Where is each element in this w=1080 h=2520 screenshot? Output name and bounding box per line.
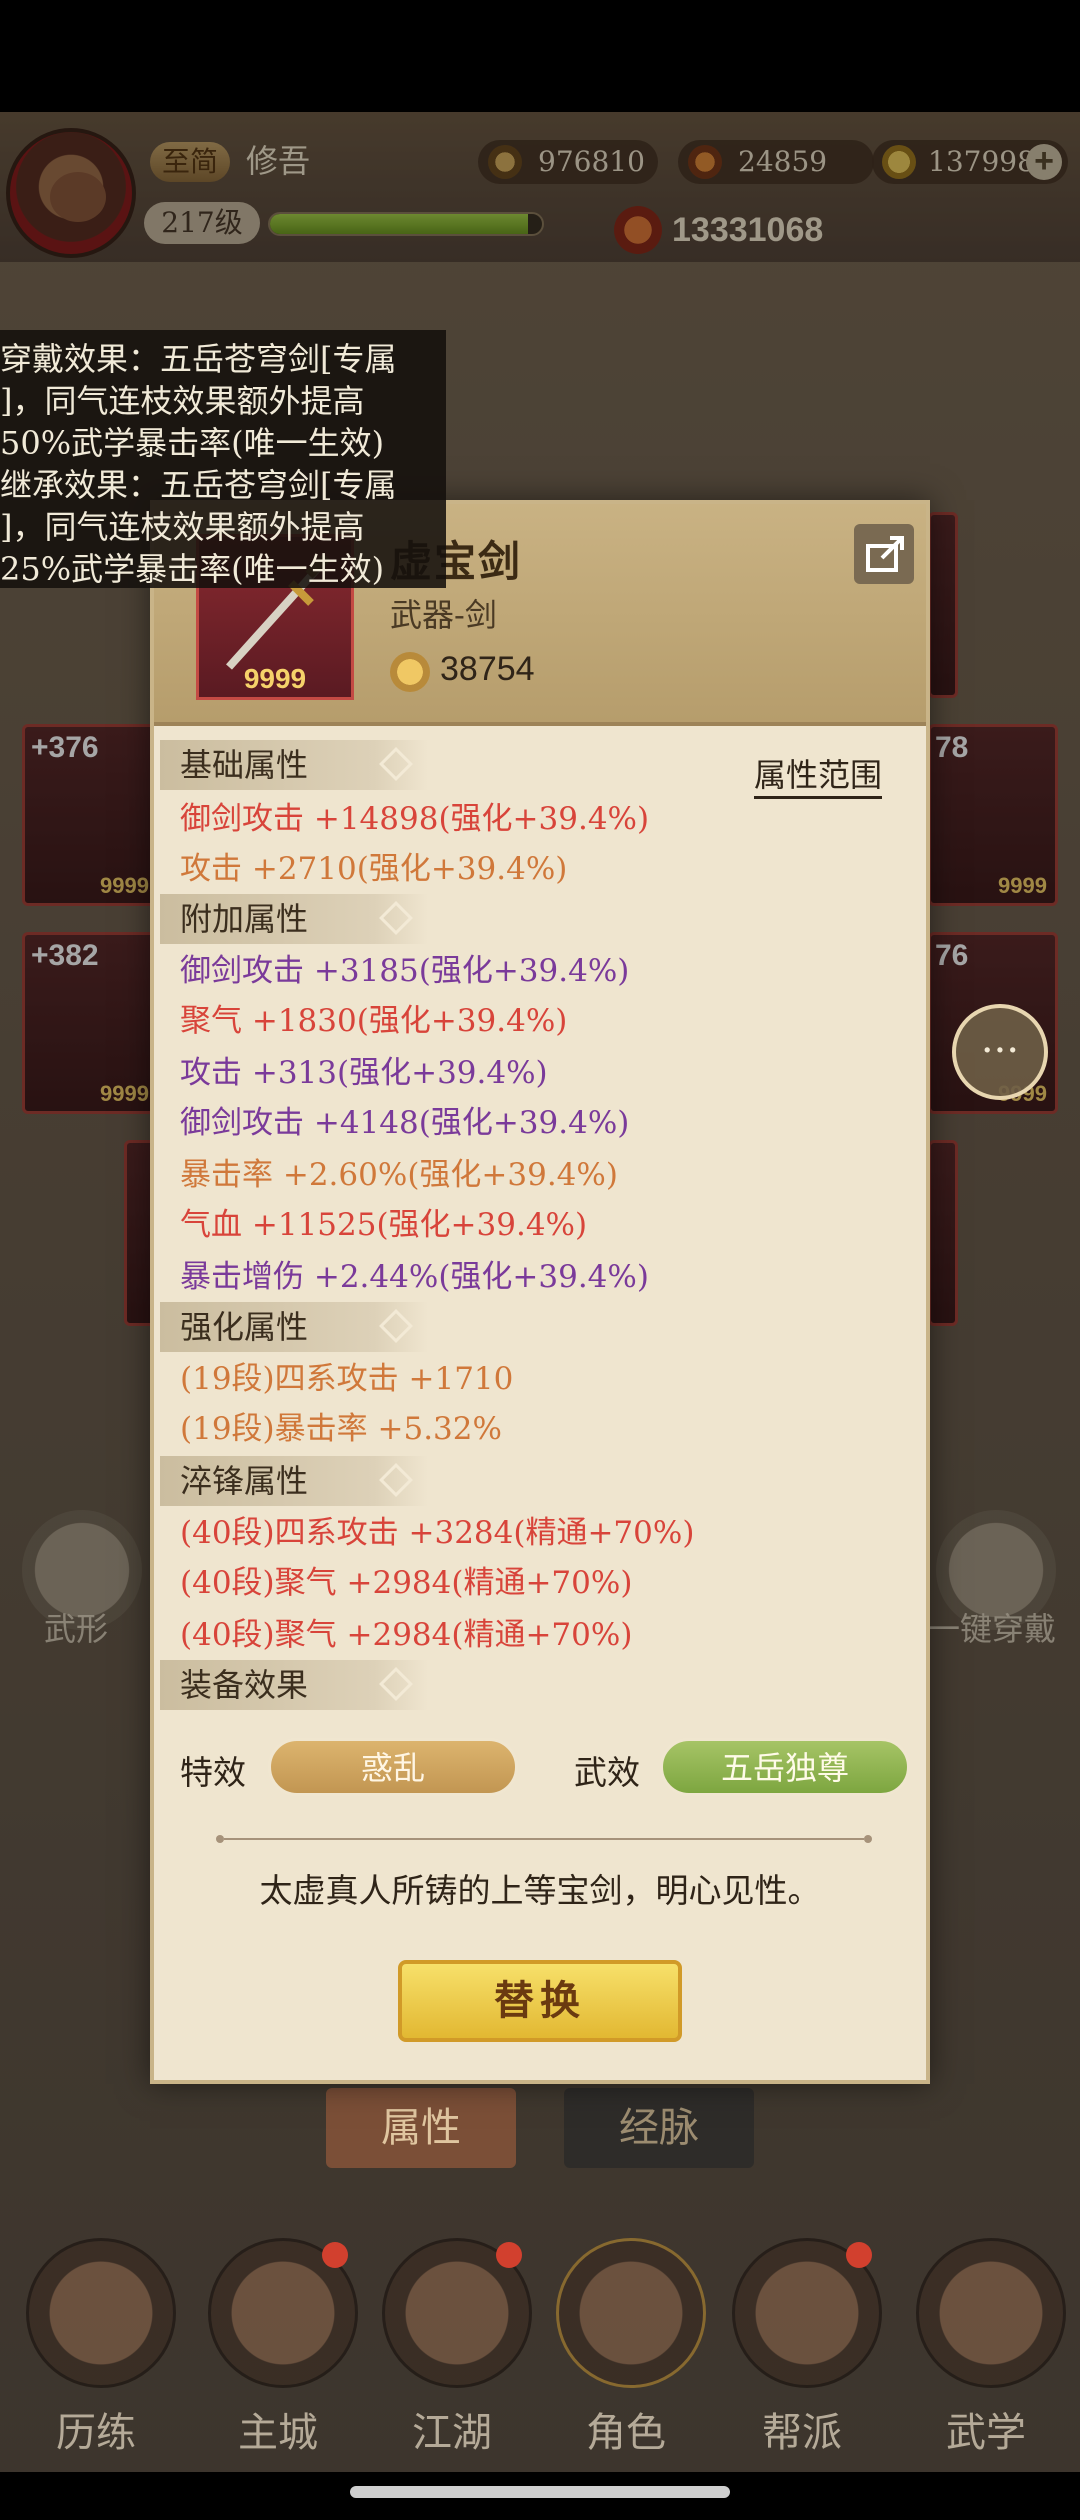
tab-attributes[interactable]: 属性 [326, 2088, 516, 2168]
notification-dot [496, 2242, 522, 2268]
item-count: 9999 [243, 663, 307, 694]
section-title: 强化属性 [180, 1308, 309, 1346]
character-icon [556, 2238, 706, 2388]
nav-label: 江湖 [412, 2410, 492, 2456]
item-detail-popup: 9999 虚宝剑 武器-剑 38754 基础属性 属性范围 御剑攻击 +1489… [150, 500, 930, 2084]
share-icon [866, 536, 904, 572]
section-enhance-attributes: 强化属性 [160, 1302, 428, 1352]
effect-row: 特效 惑乱 武效 五岳独尊 [180, 1738, 910, 1798]
item-description: 太虚真人所铸的上等宝剑，明心见性。 [259, 1871, 821, 1910]
section-title: 淬锋属性 [180, 1462, 309, 1500]
notification-dot [846, 2242, 872, 2268]
attr-row: 暴击增伤 +2.44%(强化+39.4%) [180, 1259, 649, 1295]
attr-row: 攻击 +2710(强化+39.4%) [180, 851, 568, 887]
nav-label: 历练 [56, 2410, 136, 2456]
score-icon [390, 652, 430, 692]
section-title: 基础属性 [180, 746, 309, 784]
martial-effect-label: 武效 [574, 1753, 640, 1792]
section-base-attributes: 基础属性 [160, 740, 428, 790]
martial-arts-icon [916, 2238, 1066, 2388]
section-extra-attributes: 附加属性 [160, 894, 428, 944]
tooltip-line: 25%武学暴击率(唯一生效) [0, 550, 385, 588]
chat-bubble-icon: ··· [980, 1028, 1020, 1074]
divider-dot [864, 1835, 872, 1843]
replace-button[interactable]: 替换 [398, 1960, 682, 2042]
attr-row: 聚气 +1830(强化+39.4%) [180, 1003, 568, 1039]
attr-row: 御剑攻击 +14898(强化+39.4%) [180, 801, 650, 837]
attr-row: (40段)聚气 +2984(精通+70%) [180, 1617, 633, 1653]
diamond-icon [379, 1309, 413, 1343]
section-title: 附加属性 [180, 900, 309, 938]
nav-label: 角色 [586, 2410, 666, 2456]
game-screen: 至简 修吾 976810 24859 137998 + 217级 1333106… [0, 0, 1080, 2520]
section-title: 装备效果 [180, 1666, 309, 1704]
item-score: 38754 [440, 650, 535, 688]
nav-item-bangpai[interactable]: 帮派 [712, 2230, 892, 2460]
chat-button[interactable]: ··· [952, 1004, 1048, 1100]
notification-dot [322, 2242, 348, 2268]
bottom-navigation: 历练 主城 江湖 角色 帮派 武学 [0, 2230, 1080, 2480]
diamond-icon [379, 1667, 413, 1701]
diamond-icon [379, 1463, 413, 1497]
attr-row: 气血 +11525(强化+39.4%) [180, 1207, 588, 1243]
diamond-icon [379, 747, 413, 781]
nav-label: 武学 [946, 2410, 1026, 2456]
attr-row: 暴击率 +2.60%(强化+39.4%) [180, 1157, 618, 1193]
share-button[interactable] [854, 524, 914, 584]
effect-tooltip: 穿戴效果：五岳苍穹剑[专属 ]，同气连枝效果额外提高 50%武学暴击率(唯一生效… [0, 330, 446, 588]
nav-item-lilian[interactable]: 历练 [6, 2230, 186, 2460]
attr-row: 攻击 +313(强化+39.4%) [180, 1055, 548, 1091]
martial-effect-pill[interactable]: 五岳独尊 [660, 1738, 910, 1796]
diamond-icon [379, 901, 413, 935]
nav-item-wuxue[interactable]: 武学 [896, 2230, 1076, 2460]
attribute-range-link[interactable]: 属性范围 [754, 750, 883, 799]
divider-dot [216, 1835, 224, 1843]
attr-row: (19段)暴击率 +5.32% [180, 1411, 502, 1447]
nav-label: 主城 [238, 2410, 318, 2456]
nav-label: 帮派 [762, 2410, 842, 2456]
attr-row: (40段)四系攻击 +3284(精通+70%) [180, 1515, 695, 1551]
home-indicator[interactable] [350, 2486, 730, 2498]
tab-meridians[interactable]: 经脉 [564, 2088, 754, 2168]
attr-row: (19段)四系攻击 +1710 [180, 1361, 514, 1397]
attr-row: (40段)聚气 +2984(精通+70%) [180, 1565, 633, 1601]
special-effect-label: 特效 [180, 1753, 246, 1792]
special-effect-pill[interactable]: 惑乱 [268, 1738, 518, 1796]
section-temper-attributes: 淬锋属性 [160, 1456, 428, 1506]
nav-item-zhucheng[interactable]: 主城 [188, 2230, 368, 2460]
nav-item-juese[interactable]: 角色 [536, 2230, 716, 2460]
divider [224, 1838, 864, 1840]
item-type: 武器-剑 [390, 596, 497, 634]
nav-item-jianghu[interactable]: 江湖 [362, 2230, 542, 2460]
attr-row: 御剑攻击 +4148(强化+39.4%) [180, 1105, 630, 1141]
lilian-icon [26, 2238, 176, 2388]
section-equip-effect: 装备效果 [160, 1660, 428, 1710]
attr-row: 御剑攻击 +3185(强化+39.4%) [180, 953, 630, 989]
